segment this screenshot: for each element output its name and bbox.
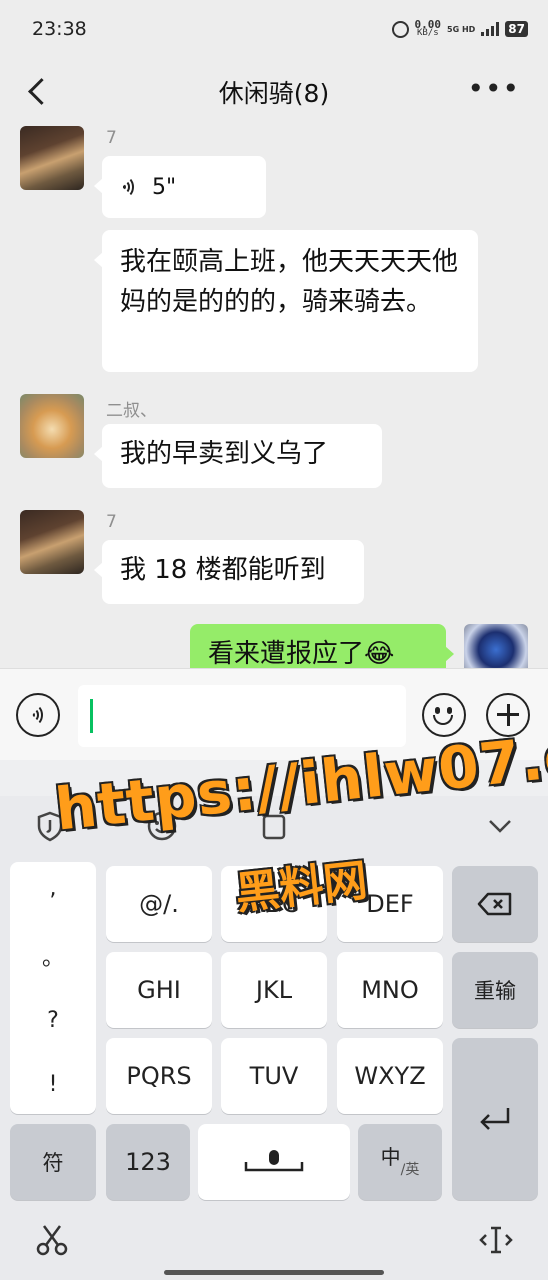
- message-list[interactable]: 7 5" 我在颐高上班，他天天天天他妈的是的的的，骑来骑去。 二叔、 我的早卖到…: [0, 120, 548, 668]
- key-6[interactable]: MNO: [337, 952, 443, 1028]
- alarm-icon: [391, 20, 409, 38]
- voice-input-button[interactable]: [16, 693, 60, 737]
- key-1[interactable]: @/.: [106, 866, 212, 942]
- message-text: 看来遭报应了😂: [208, 639, 395, 668]
- sender-name: 7: [106, 128, 117, 148]
- backspace-key[interactable]: [452, 866, 538, 942]
- sender-name: 7: [106, 512, 117, 532]
- scissors-icon[interactable]: [34, 1222, 70, 1258]
- key-question[interactable]: ?: [10, 1008, 96, 1033]
- voice-icon: [29, 703, 51, 727]
- language-main: 中: [380, 1144, 401, 1169]
- status-bar: 23:38 0.00 KB/s 5G HD 87: [0, 0, 548, 62]
- sender-name: 二叔、: [106, 401, 157, 421]
- text-message[interactable]: 我 18 楼都能听到: [94, 540, 364, 604]
- avatar[interactable]: [20, 394, 84, 458]
- text-cursor: [90, 699, 93, 733]
- key-exclaim[interactable]: !: [10, 1072, 96, 1097]
- reenter-key[interactable]: 重输: [452, 952, 538, 1028]
- avatar[interactable]: [20, 510, 84, 574]
- key-9[interactable]: WXYZ: [337, 1038, 443, 1114]
- enter-key[interactable]: [452, 1038, 538, 1200]
- more-icon[interactable]: •••: [467, 75, 520, 103]
- message-input[interactable]: [78, 685, 406, 747]
- avatar[interactable]: [20, 126, 84, 190]
- text-message[interactable]: 我在颐高上班，他天天天天他妈的是的的的，骑来骑去。: [94, 230, 478, 372]
- space-key[interactable]: [198, 1124, 350, 1200]
- battery-icon: 87: [505, 21, 528, 37]
- key-period[interactable]: 。: [10, 940, 96, 972]
- chat-header: 休闲骑(8) •••: [0, 62, 548, 120]
- punctuation-column[interactable]: , 。 ? !: [10, 862, 96, 1114]
- microphone-icon: [244, 1150, 304, 1172]
- net-speed: 0.00 KB/s: [414, 18, 442, 38]
- voice-message[interactable]: 5": [94, 156, 266, 218]
- key-7[interactable]: PQRS: [106, 1038, 212, 1114]
- signal-icon: [481, 22, 500, 36]
- language-key[interactable]: 中/英: [358, 1124, 442, 1200]
- avatar[interactable]: [464, 624, 528, 668]
- key-4[interactable]: GHI: [106, 952, 212, 1028]
- enter-icon: [480, 1108, 510, 1130]
- key-8[interactable]: TUV: [221, 1038, 327, 1114]
- collapse-keyboard-icon[interactable]: [484, 810, 516, 842]
- emoji-button[interactable]: [422, 693, 466, 737]
- message-text: 我的早卖到义乌了: [120, 439, 329, 469]
- numbers-key[interactable]: 123: [106, 1124, 190, 1200]
- symbols-key[interactable]: 符: [10, 1124, 96, 1200]
- text-message[interactable]: 我的早卖到义乌了: [94, 424, 382, 488]
- chat-title: 休闲骑(8): [218, 79, 330, 108]
- cursor-move-icon[interactable]: [478, 1222, 514, 1258]
- message-text: 我在颐高上班，他天天天天他妈的是的的的，骑来骑去。: [120, 247, 459, 317]
- voice-icon: [120, 175, 142, 199]
- text-message[interactable]: 看来遭报应了😂: [190, 624, 454, 668]
- network-type: 5G HD: [447, 24, 476, 34]
- home-indicator[interactable]: [164, 1270, 384, 1275]
- key-comma[interactable]: ,: [10, 876, 96, 901]
- voice-duration: 5": [152, 175, 177, 200]
- key-5[interactable]: JKL: [221, 952, 327, 1028]
- status-icons: 0.00 KB/s 5G HD 87: [391, 18, 528, 38]
- clock: 23:38: [32, 18, 87, 40]
- message-text: 我 18 楼都能听到: [120, 555, 326, 585]
- backspace-icon: [477, 892, 512, 916]
- language-sub: /英: [400, 1162, 420, 1178]
